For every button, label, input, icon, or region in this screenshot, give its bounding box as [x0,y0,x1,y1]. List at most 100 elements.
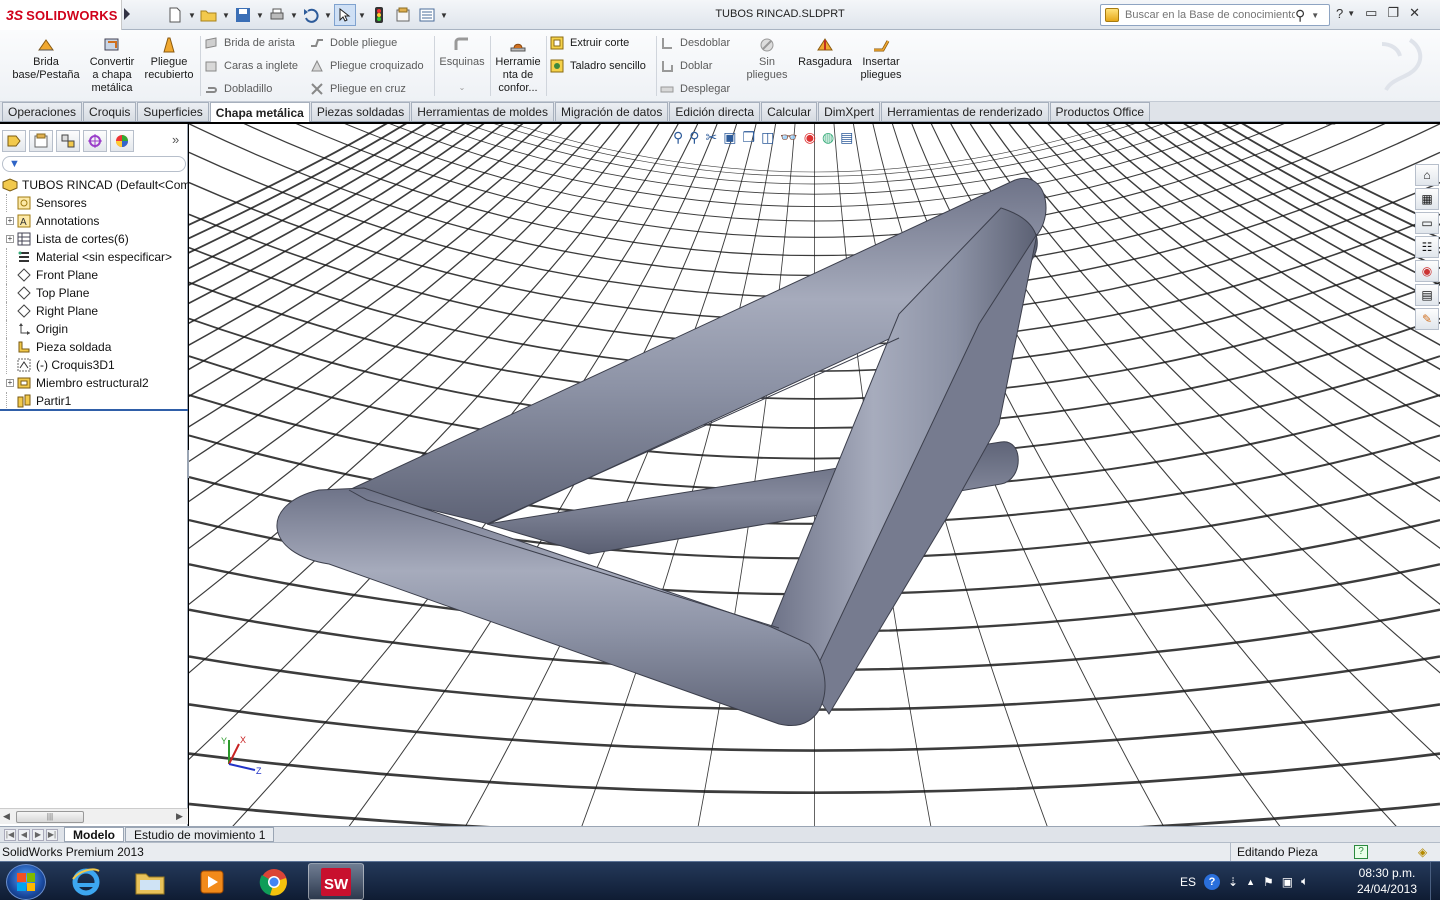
print-dropdown-icon[interactable]: ▼ [290,11,298,20]
display-manager-tab-icon[interactable] [110,130,134,152]
tab-piezas-soldadas[interactable]: Piezas soldadas [310,102,411,121]
solidworks-forum-icon[interactable]: ✎ [1415,308,1439,330]
tree-item-origin[interactable]: Origin [0,320,188,338]
tab-modelo[interactable]: Modelo [64,827,124,842]
options-dropdown-icon[interactable]: ▼ [440,11,448,20]
volume-icon[interactable]: 🔈︎ [1301,874,1308,889]
minimize-icon[interactable]: ▭ [1365,5,1377,21]
scroll-left-arrow-icon[interactable]: ◀ [3,811,10,822]
scroll-thumb[interactable]: ||| [16,811,84,823]
tree-item-front-plane[interactable]: Front Plane [0,266,188,284]
help-dropdown-icon[interactable]: ▼ [1347,9,1355,18]
tree-root-part[interactable]: TUBOS RINCAD (Default<Com [0,176,190,194]
zoom-to-fit-icon[interactable]: ⚲ [673,129,683,146]
dimxpert-manager-tab-icon[interactable] [83,130,107,152]
tree-item-annotations[interactable]: + A Annotations [0,212,188,230]
select-cursor-icon[interactable] [334,4,356,26]
property-manager-tab-icon[interactable] [29,130,53,152]
hide-show-items-icon[interactable]: 👓 [780,129,797,146]
tab-edicion-directa[interactable]: Edición directa [669,102,761,121]
view-orientation-icon[interactable]: ❒ [743,129,756,146]
split-view-icon[interactable]: ◫ [1325,124,1336,126]
doc-minimize-icon[interactable]: ▭ [1366,124,1377,126]
feature-filter-field[interactable]: ▼ [2,156,186,172]
first-tab-icon[interactable]: |◀ [4,828,16,841]
doc-close-icon[interactable]: ✕ [1409,124,1419,126]
options-icon[interactable] [416,4,438,26]
tags-icon[interactable]: ◈ [1418,845,1427,859]
pliegue-recubierto-button[interactable]: Pliegue recubierto [140,36,198,82]
tab-superficies[interactable]: Superficies [137,102,209,121]
scroll-right-arrow-icon[interactable]: ▶ [176,811,183,822]
open-dropdown-icon[interactable]: ▼ [222,11,230,20]
tab-productos-office[interactable]: Productos Office [1049,102,1151,121]
custom-properties-icon[interactable]: ▤ [1415,284,1439,306]
tree-item-sensores[interactable]: Sensores [0,194,188,212]
knowledge-base-search[interactable]: ⚲ ▼ [1100,4,1330,26]
previous-view-icon[interactable]: ✂ [706,129,718,146]
expand-plus-icon[interactable]: + [6,379,14,387]
help-tray-icon[interactable]: ? [1204,873,1221,890]
start-button[interactable] [6,864,46,900]
doc-restore-icon[interactable]: ❐ [1388,124,1399,126]
zoom-to-area-icon[interactable]: ⚲ [689,129,699,146]
last-tab-icon[interactable]: ▶| [46,828,58,841]
desdoblar-button[interactable]: Desdoblar [660,34,730,52]
undo-dropdown-icon[interactable]: ▼ [324,11,332,20]
menu-flyout-arrow-icon[interactable] [124,8,130,20]
expand-plus-icon[interactable]: + [6,217,14,225]
clock[interactable]: 08:30 p.m. 24/04/2013 [1346,865,1428,897]
open-folder-icon[interactable] [198,4,220,26]
taskbar-internet-explorer[interactable] [58,863,114,900]
file-properties-icon[interactable] [392,4,414,26]
select-dropdown-icon[interactable]: ▼ [358,11,366,20]
apply-scene-icon[interactable]: ◍ [822,129,834,146]
new-document-icon[interactable] [164,4,186,26]
configuration-manager-tab-icon[interactable] [56,130,80,152]
appearances-icon[interactable]: ◉ [1415,260,1439,282]
close-icon[interactable]: ✕ [1409,5,1420,21]
esquinas-button[interactable]: Esquinas ⌄ [438,36,486,94]
design-library-icon[interactable]: ▦ [1415,188,1439,210]
action-center-flag-icon[interactable]: ⚑ [1263,875,1274,889]
desplegar-button[interactable]: Desplegar [660,80,730,98]
network-icon[interactable]: ▣ [1282,875,1293,889]
language-indicator[interactable]: ES [1180,875,1196,889]
tab-herramientas-moldes[interactable]: Herramientas de moldes [411,102,554,121]
taladro-button[interactable]: Taladro sencillo [550,57,646,75]
doblar-button[interactable]: Doblar [660,57,712,75]
esquinas-dropdown-icon[interactable]: ⌄ [438,81,486,94]
edit-appearance-icon[interactable]: ◉ [804,129,816,146]
tab-herramientas-renderizado[interactable]: Herramientas de renderizado [881,102,1049,121]
pliegue-cruz-button[interactable]: Pliegue en cruz [310,80,406,98]
solidworks-resources-icon[interactable]: ⌂ [1415,164,1439,186]
pliegue-croquizado-button[interactable]: Pliegue croquizado [310,57,424,75]
tab-dimxpert[interactable]: DimXpert [818,102,881,121]
tab-operaciones[interactable]: Operaciones [2,102,83,121]
print-icon[interactable] [266,4,288,26]
tree-item-pieza-soldada[interactable]: Pieza soldada [0,338,188,356]
sin-pliegues-button[interactable]: Sin pliegues [742,36,792,82]
taskbar-media-player[interactable] [184,863,240,900]
display-style-icon[interactable]: ◫ [761,129,774,146]
rasgadura-button[interactable]: Rasgadura [796,36,854,69]
view-palette-icon[interactable]: ☷ [1415,236,1439,258]
herramienta-button[interactable]: Herramie nta de confor... [494,36,542,95]
help-icon[interactable]: ? [1336,6,1343,21]
extruir-corte-button[interactable]: Extruir corte [550,34,629,52]
tab-calcular[interactable]: Calcular [761,102,818,121]
brida-arista-button[interactable]: Brida de arista [204,34,295,52]
solidworks-menu-logo[interactable]: 3S SOLIDWORKS [0,0,122,30]
taskbar-chrome[interactable] [246,863,302,900]
quick-tips-icon[interactable]: ? [1354,845,1368,859]
section-view-icon[interactable]: ▣ [723,129,736,146]
new-dropdown-icon[interactable]: ▼ [188,11,196,20]
tree-item-miembro-estructural2[interactable]: + Miembro estructural2 [0,374,188,392]
tree-item-right-plane[interactable]: Right Plane [0,302,188,320]
rollback-bar[interactable] [0,409,188,411]
save-icon[interactable] [232,4,254,26]
tab-chapa-metalica[interactable]: Chapa metálica [209,102,310,122]
viewport-icon[interactable]: ⊟ [1346,124,1356,126]
tree-horizontal-scrollbar[interactable]: ◀ ||| ▶ [0,808,188,824]
search-input[interactable] [1125,9,1295,21]
